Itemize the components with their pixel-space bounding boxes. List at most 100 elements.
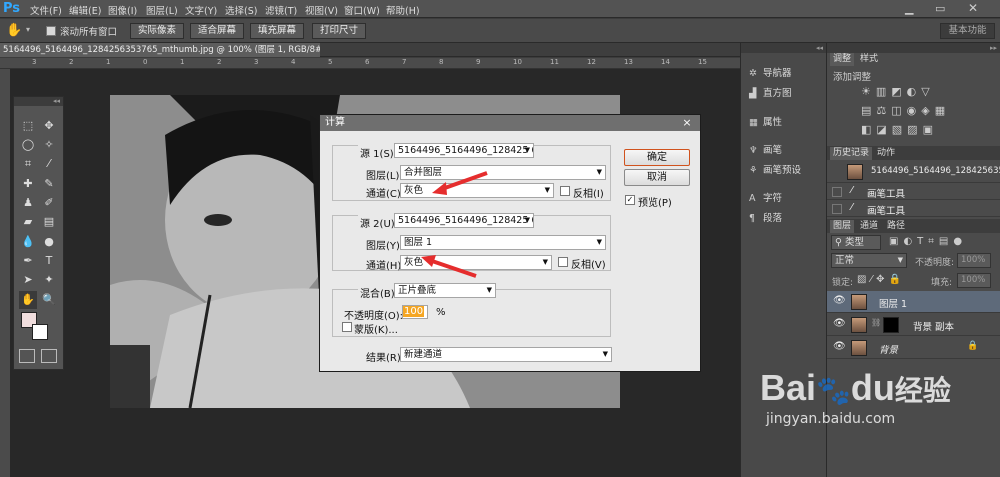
fill-screen-button[interactable]: 填充屏幕 — [250, 23, 304, 39]
print-size-button[interactable]: 打印尺寸 — [312, 23, 366, 39]
opacity-unit: % — [436, 307, 446, 318]
source2-layer-select[interactable]: 图层 1 ▼ — [400, 235, 606, 250]
adjustment-icons-row1[interactable]: ☀▥◩◐▽ — [861, 85, 935, 98]
eyedropper-icon[interactable]: ⁄ — [40, 155, 58, 173]
history-brush-icon[interactable]: ✐ — [40, 194, 58, 212]
screen-mode-icon[interactable] — [41, 349, 57, 363]
lock-icons[interactable]: ▨⁄✥🔒 — [857, 274, 905, 285]
menu-help[interactable]: 帮助(H) — [386, 3, 420, 17]
eraser-tool-icon[interactable]: ▰ — [19, 213, 37, 231]
ok-button[interactable]: 确定 — [624, 149, 690, 166]
brush-item[interactable]: ♆ 画笔 — [749, 142, 782, 156]
magic-wand-icon[interactable]: ✧ — [40, 136, 58, 154]
source2-select[interactable]: 5164496_5164496_128425 6... ▼ — [394, 213, 534, 228]
ruler-tick-label: 9 — [476, 58, 481, 66]
cancel-button[interactable]: 取消 — [624, 169, 690, 186]
lasso-tool-icon[interactable]: ◯ — [19, 136, 37, 154]
pen-tool-icon[interactable]: ✒ — [19, 252, 37, 270]
brush-tool-icon[interactable]: ✎ — [40, 175, 58, 193]
hand-tool-icon[interactable]: ✋ — [19, 291, 37, 309]
gradient-tool-icon[interactable]: ▤ — [40, 213, 58, 231]
source1-invert-checkbox[interactable] — [560, 186, 570, 196]
tab-adjustments[interactable]: 调整 — [830, 53, 855, 66]
actual-pixels-button[interactable]: 实际像素 — [130, 23, 184, 39]
background-color-swatch[interactable] — [32, 324, 48, 340]
dialog-title-bar[interactable]: 计算 — [320, 115, 700, 131]
opacity-input[interactable]: 100 — [402, 305, 428, 319]
document-tab[interactable]: 5164496_5164496_1284256353765_mthumb.jpg… — [0, 43, 320, 57]
layer-row[interactable]: 👁 背景 🔒 — [827, 337, 1000, 359]
tab-styles[interactable]: 样式 — [857, 53, 881, 66]
menu-image[interactable]: 图像(I) — [108, 3, 137, 17]
blur-tool-icon[interactable]: 💧 — [19, 233, 37, 251]
layer-filter-icons[interactable]: ▣◐T⌗▤● — [889, 236, 967, 247]
fill-input[interactable]: 100% — [957, 273, 991, 288]
menu-file[interactable]: 文件(F) — [30, 3, 62, 17]
source2-channel-select[interactable]: 灰色 ▼ — [400, 255, 552, 270]
history-snapshot[interactable]: 5164496_5164496_1284256353765... — [827, 161, 1000, 183]
panel-stack-collapse[interactable]: ▸▸ — [827, 43, 1000, 53]
menu-layer[interactable]: 图层(L) — [146, 3, 178, 17]
panel-collapse-bar[interactable]: ◂◂ — [741, 43, 827, 53]
layer-row[interactable]: 👁 图层 1 — [827, 291, 1000, 313]
dialog-title: 计算 — [325, 117, 345, 128]
hand-tool-icon[interactable]: ✋ — [6, 23, 22, 38]
path-select-icon[interactable]: ➤ — [19, 271, 37, 289]
shape-tool-icon[interactable]: ✦ — [40, 271, 58, 289]
source1-channel-select[interactable]: 灰色 ▼ — [400, 183, 554, 198]
dialog-close-icon[interactable]: × — [679, 115, 695, 131]
tab-channels[interactable]: 通道 — [857, 220, 881, 233]
adjustment-icons-row2[interactable]: ▤⚖◫◉◈▦ — [861, 104, 950, 117]
toolbox-header[interactable]: ◂◂ — [14, 97, 63, 106]
maximize-icon[interactable]: ▭ — [935, 2, 945, 15]
adjustment-icons-row3[interactable]: ◧◪▧▨▣ — [861, 123, 938, 136]
menu-type[interactable]: 文字(Y) — [185, 3, 217, 17]
character-item[interactable]: A 字符 — [749, 190, 782, 204]
menu-select[interactable]: 选择(S) — [225, 3, 257, 17]
zoom-tool-icon[interactable]: 🔍 — [40, 291, 58, 309]
blend-mode-dropdown[interactable]: 正常 ▼ — [831, 253, 907, 268]
source1-select[interactable]: 5164496_5164496_128425 6... ▼ — [394, 143, 534, 158]
blend-mode-select[interactable]: 正片叠底 ▼ — [394, 283, 496, 298]
eye-icon[interactable]: 👁 — [833, 318, 846, 329]
brush-presets-item[interactable]: ⚘ 画笔预设 — [749, 162, 801, 176]
tab-history[interactable]: 历史记录 — [830, 147, 873, 160]
histogram-item[interactable]: ▟ 直方图 — [749, 85, 792, 99]
menu-view[interactable]: 视图(V) — [305, 3, 338, 17]
result-select[interactable]: 新建通道 ▼ — [400, 347, 612, 362]
scroll-all-checkbox[interactable] — [46, 26, 56, 36]
history-item[interactable]: ⁄ 画笔工具 — [827, 200, 1000, 217]
layer-row[interactable]: 👁 ⛓ 背景 副本 — [827, 314, 1000, 336]
history-item[interactable]: ⁄ 画笔工具 — [827, 183, 1000, 200]
navigator-item[interactable]: ✲ 导航器 — [749, 65, 792, 79]
mask-checkbox[interactable] — [342, 322, 352, 332]
properties-item[interactable]: ▦ 属性 — [749, 114, 782, 128]
tab-paths[interactable]: 路径 — [884, 220, 908, 233]
move-tool-icon[interactable]: ✥ — [40, 117, 58, 135]
tab-layers[interactable]: 图层 — [830, 220, 855, 233]
workspace-button[interactable]: 基本功能 — [940, 23, 995, 39]
tab-actions[interactable]: 动作 — [874, 147, 898, 160]
eye-icon[interactable]: 👁 — [833, 295, 846, 306]
menu-window[interactable]: 窗口(W) — [344, 3, 380, 17]
menu-filter[interactable]: 滤镜(T) — [265, 3, 297, 17]
layer-opacity-input[interactable]: 100% — [957, 253, 991, 268]
chevron-down-icon[interactable]: ▾ — [26, 25, 30, 34]
eye-icon[interactable]: 👁 — [833, 341, 846, 352]
crop-tool-icon[interactable]: ⌗ — [19, 155, 37, 173]
dodge-tool-icon[interactable]: ● — [40, 233, 58, 251]
type-tool-icon[interactable]: T — [40, 252, 58, 270]
source1-layer-select[interactable]: 合并图层 ▼ — [400, 165, 606, 180]
stamp-tool-icon[interactable]: ♟ — [19, 194, 37, 212]
layer-kind-filter[interactable]: ⚲ 类型 — [831, 235, 881, 250]
marquee-tool-icon[interactable]: ⬚ — [19, 117, 37, 135]
preview-checkbox[interactable]: ✓ — [625, 195, 635, 205]
close-icon[interactable]: ✕ — [968, 1, 978, 15]
minimize-icon[interactable]: ▁ — [905, 2, 913, 15]
quick-mask-icon[interactable] — [19, 349, 35, 363]
source2-invert-checkbox[interactable] — [558, 257, 568, 267]
menu-edit[interactable]: 编辑(E) — [69, 3, 101, 17]
healing-brush-icon[interactable]: ✚ — [19, 175, 37, 193]
fit-screen-button[interactable]: 适合屏幕 — [190, 23, 244, 39]
paragraph-item[interactable]: ¶ 段落 — [749, 210, 782, 224]
